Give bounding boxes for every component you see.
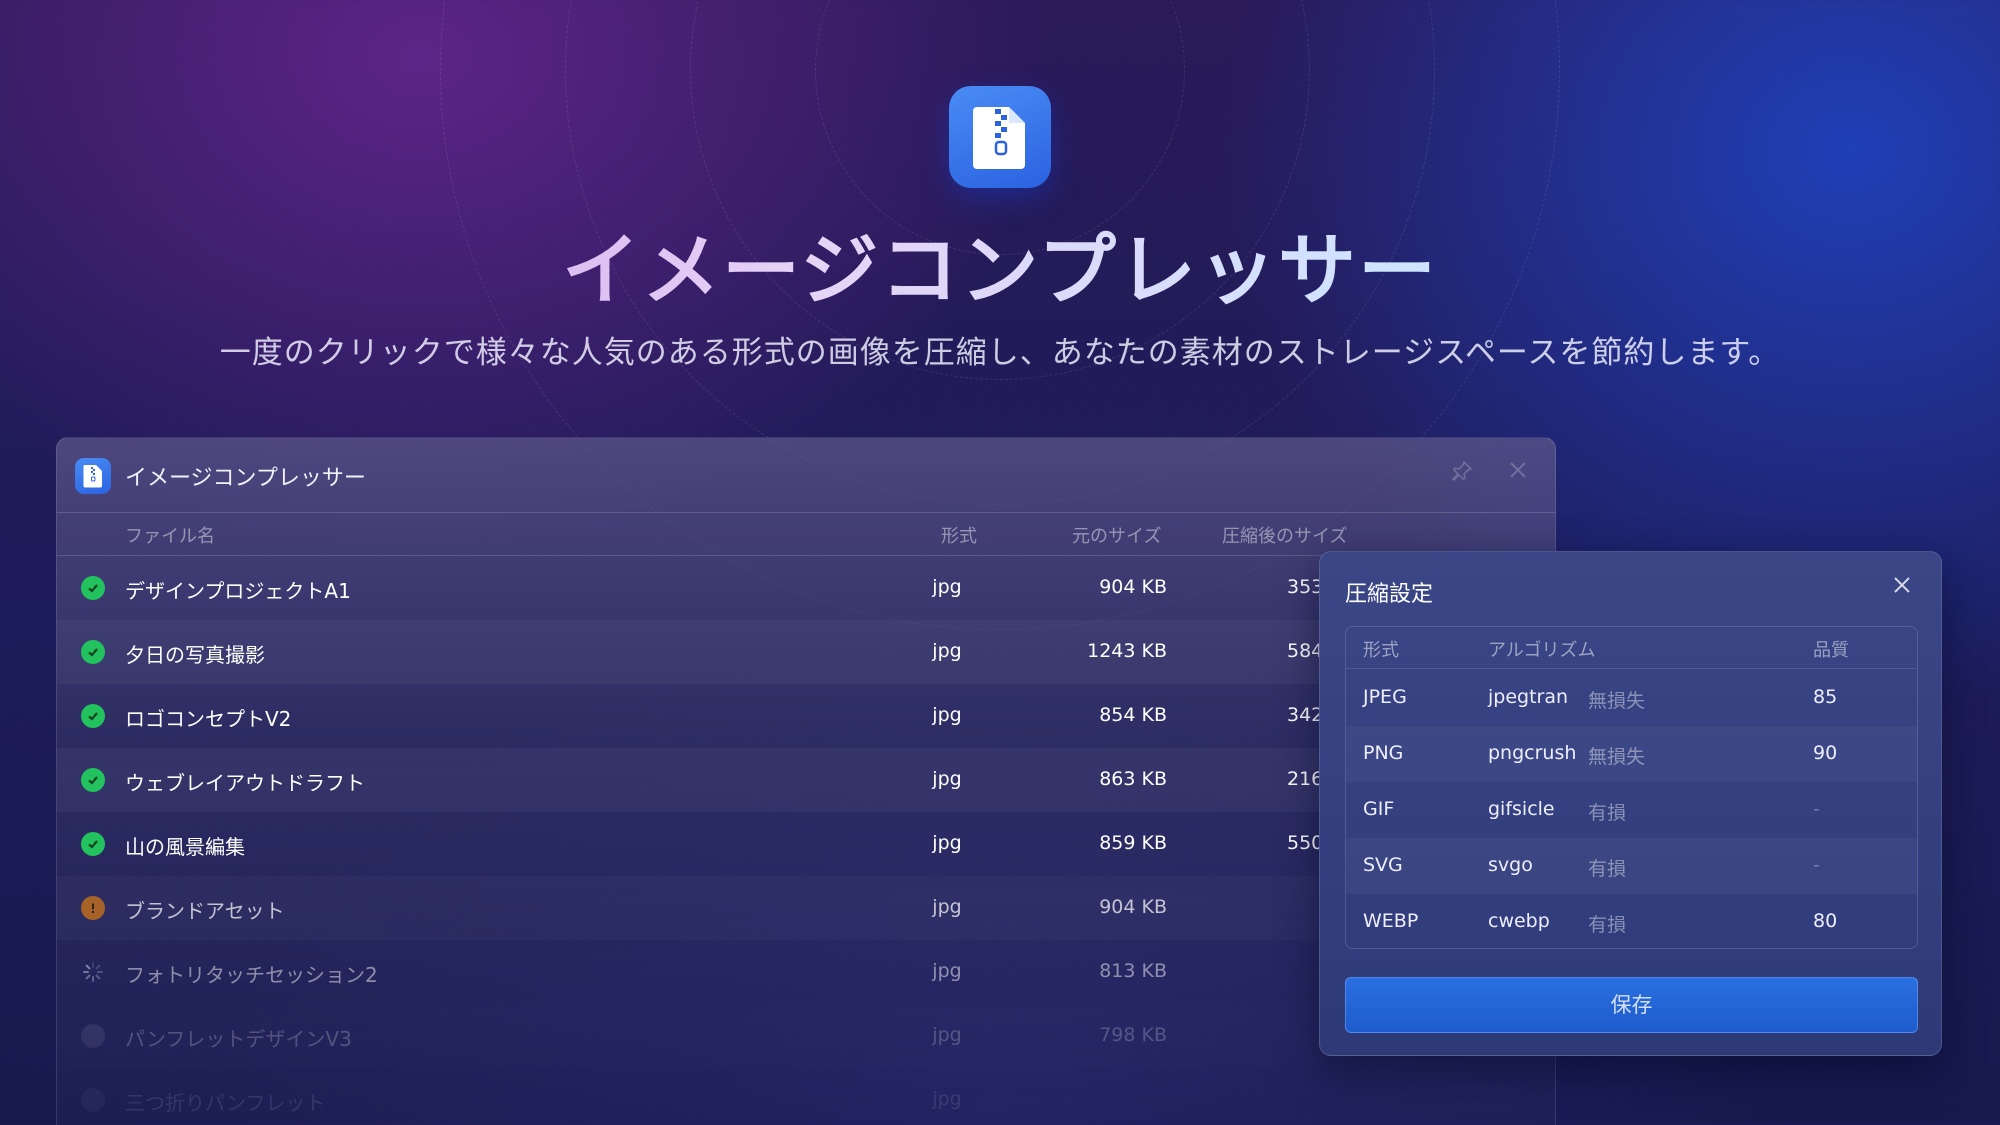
mode-cell: 有損 — [1588, 914, 1627, 936]
column-header-quality: 品質 — [1813, 640, 1849, 661]
file-size: 859 KB — [1099, 832, 1167, 854]
check-circle-icon — [81, 832, 105, 856]
file-name: 三つ折りパンフレット — [125, 1091, 326, 1115]
file-name: デザインプロジェクトA1 — [125, 579, 351, 603]
save-button[interactable]: 保存 — [1345, 977, 1918, 1033]
column-header-algorithm: アルゴリズム — [1488, 640, 1596, 661]
file-size: 854 KB — [1099, 704, 1167, 726]
column-header-format: 形式 — [1363, 640, 1399, 661]
hero-title: イメージコンプレッサー — [0, 208, 2000, 320]
format-cell: PNG — [1363, 742, 1404, 764]
pending-circle-icon — [81, 1024, 105, 1048]
warning-circle-icon — [81, 896, 105, 920]
file-size: 904 KB — [1099, 896, 1167, 918]
mode-cell: 無損失 — [1588, 746, 1646, 768]
algorithm-cell: svgo — [1488, 854, 1533, 876]
decorative-ring — [690, 0, 1310, 380]
quality-cell[interactable]: - — [1813, 798, 1820, 820]
settings-row[interactable]: WEBP cwebp 有損 80 — [1346, 894, 1917, 948]
quality-cell[interactable]: 90 — [1813, 742, 1837, 764]
file-name: 山の風景編集 — [125, 835, 245, 859]
title-bar: イメージコンプレッサー — [57, 438, 1555, 512]
table-row[interactable]: 三つ折りパンフレット jpg — [57, 1068, 1555, 1125]
file-size: 904 KB — [1099, 576, 1167, 598]
file-type: jpg — [932, 960, 962, 982]
file-type: jpg — [932, 704, 962, 726]
algorithm-cell: pngcrush — [1488, 742, 1577, 764]
compression-settings-dialog: 圧縮設定 形式 アルゴリズム 品質 JPEG jpegtran 無損失 85 PNG pn… — [1319, 551, 1942, 1056]
zip-file-icon — [949, 86, 1051, 188]
algorithm-cell: cwebp — [1488, 910, 1550, 932]
check-circle-icon — [81, 768, 105, 792]
compressed-size: 584 — [1287, 640, 1324, 662]
file-size: 813 KB — [1099, 960, 1167, 982]
file-name: フォトリタッチセッション2 — [125, 963, 378, 987]
column-header-compressed-size[interactable]: 圧縮後のサイズ — [1222, 522, 1347, 548]
settings-table: 形式 アルゴリズム 品質 JPEG jpegtran 無損失 85 PNG pngcrus… — [1345, 626, 1918, 949]
settings-table-header: 形式 アルゴリズム 品質 — [1346, 627, 1917, 669]
divider — [57, 512, 1555, 513]
settings-row[interactable]: GIF gifsicle 有損 - — [1346, 782, 1917, 838]
hero-subtitle: 一度のクリックで様々な人気のある形式の画像を圧縮し、あなたの素材のストレージスペ… — [219, 335, 1781, 371]
file-type: jpg — [932, 832, 962, 854]
file-size: 798 KB — [1099, 1024, 1167, 1046]
quality-cell[interactable]: - — [1813, 854, 1820, 876]
file-type: jpg — [932, 576, 962, 598]
column-header-type[interactable]: 形式 — [941, 522, 977, 548]
column-header-name[interactable]: ファイル名 — [125, 522, 215, 548]
file-type: jpg — [932, 768, 962, 790]
file-name: ウェブレイアウトドラフト — [125, 771, 365, 795]
file-type: jpg — [932, 896, 962, 918]
dialog-title: 圧縮設定 — [1345, 582, 1434, 607]
format-cell: JPEG — [1363, 686, 1407, 708]
file-type: jpg — [932, 1088, 962, 1110]
file-size: 1243 KB — [1087, 640, 1167, 662]
file-name: パンフレットデザインV3 — [125, 1027, 352, 1051]
file-name: ロゴコンセプトV2 — [125, 707, 292, 731]
format-cell: GIF — [1363, 798, 1395, 820]
quality-cell[interactable]: 85 — [1813, 686, 1837, 708]
quality-cell[interactable]: 80 — [1813, 910, 1837, 932]
compressed-size: 216 — [1287, 768, 1324, 790]
close-icon[interactable] — [1508, 460, 1528, 486]
file-name: ブランドアセット — [125, 899, 285, 923]
file-size: 863 KB — [1099, 768, 1167, 790]
pending-circle-icon — [81, 1088, 105, 1112]
file-type: jpg — [932, 640, 962, 662]
file-type: jpg — [932, 1024, 962, 1046]
mode-cell: 無損失 — [1588, 690, 1646, 712]
column-header-original-size[interactable]: 元のサイズ — [1072, 522, 1161, 548]
mode-cell: 有損 — [1588, 802, 1627, 824]
check-circle-icon — [81, 576, 105, 600]
compressed-size: 342 — [1287, 704, 1324, 726]
check-circle-icon — [81, 704, 105, 728]
algorithm-cell: jpegtran — [1488, 686, 1569, 708]
loading-spinner-icon — [81, 960, 105, 984]
check-circle-icon — [81, 640, 105, 664]
settings-row[interactable]: SVG svgo 有損 - — [1346, 838, 1917, 894]
settings-row[interactable]: JPEG jpegtran 無損失 85 — [1346, 670, 1917, 726]
pin-icon[interactable] — [1451, 460, 1473, 488]
compressed-size: 550 — [1287, 832, 1324, 854]
close-icon[interactable] — [1887, 570, 1917, 600]
algorithm-cell: gifsicle — [1488, 798, 1555, 820]
compressed-size: 353 — [1287, 576, 1324, 598]
window-title: イメージコンプレッサー — [125, 466, 366, 491]
format-cell: SVG — [1363, 854, 1403, 876]
settings-row[interactable]: PNG pngcrush 無損失 90 — [1346, 726, 1917, 782]
file-name: 夕日の写真撮影 — [125, 643, 265, 667]
mode-cell: 有損 — [1588, 858, 1627, 880]
format-cell: WEBP — [1363, 910, 1419, 932]
zip-file-icon — [75, 458, 111, 494]
